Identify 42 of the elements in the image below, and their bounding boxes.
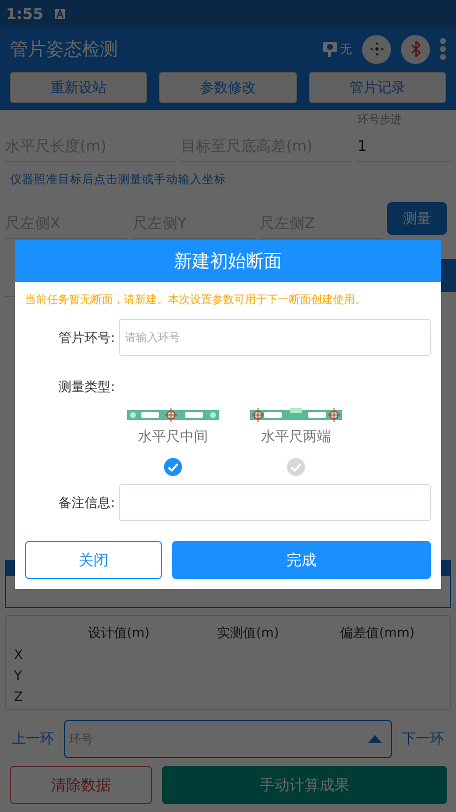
- more-icon: [440, 38, 446, 60]
- toolbar-button[interactable]: 管片记录: [308, 72, 446, 103]
- level-ruler-icon: [127, 408, 219, 422]
- field-label: 测量类型:: [58, 379, 115, 396]
- field-label: 备注信息:: [58, 494, 115, 512]
- close-button[interactable]: 关闭: [25, 541, 162, 579]
- column-header: 偏差值(mm): [339, 625, 416, 642]
- option-label: 水平尺两端: [261, 428, 331, 446]
- clear-data-button[interactable]: 清除数据: [10, 766, 152, 804]
- input-field[interactable]: 1: [357, 137, 452, 155]
- bluetooth-button[interactable]: [401, 34, 430, 64]
- toolbar-button[interactable]: 参数修改: [159, 72, 297, 103]
- hint-text: 仪器照准目标后点击测量或手动输入坐标: [9, 171, 227, 188]
- remark-field[interactable]: [119, 484, 431, 521]
- calculate-button[interactable]: 手动计算成果: [162, 766, 447, 804]
- more-menu-button[interactable]: [440, 38, 446, 60]
- check-icon[interactable]: [287, 458, 305, 476]
- option-label: 水平尺中间: [138, 428, 208, 446]
- notice-text: 当前任务暂无断面，请新建。本次设置参数可用于下一断面创建使用。: [24, 292, 367, 307]
- field-label: 管片环号:: [58, 330, 115, 346]
- previous-ring-link[interactable]: 上一环: [12, 730, 54, 748]
- notification-icon: [55, 9, 66, 19]
- dialog-title: 新建初始断面: [15, 240, 441, 282]
- direction-button[interactable]: [362, 34, 391, 64]
- status-time: 1:55: [6, 5, 44, 23]
- level-ruler-icon: [250, 408, 342, 422]
- direction-pad-icon: [368, 41, 384, 57]
- prism-icon: [322, 40, 340, 58]
- row-label: Z: [14, 690, 24, 705]
- row-label: X: [14, 648, 24, 663]
- measure-button[interactable]: 测量: [386, 202, 447, 235]
- toolbar-button[interactable]: 重新设站: [10, 72, 148, 103]
- column-header: 设计值(m): [86, 625, 151, 642]
- confirm-button[interactable]: 完成: [172, 541, 431, 579]
- row-label: Y: [14, 669, 23, 684]
- next-ring-link[interactable]: 下一环: [402, 730, 444, 748]
- app-title: 管片姿态检测: [10, 38, 119, 61]
- prism-status: 无: [340, 40, 352, 58]
- check-icon[interactable]: [164, 458, 182, 476]
- column-header: 实测值(m): [216, 625, 280, 642]
- caret-icon: [368, 735, 382, 743]
- ring-number-field[interactable]: 请输入环号: [119, 319, 431, 356]
